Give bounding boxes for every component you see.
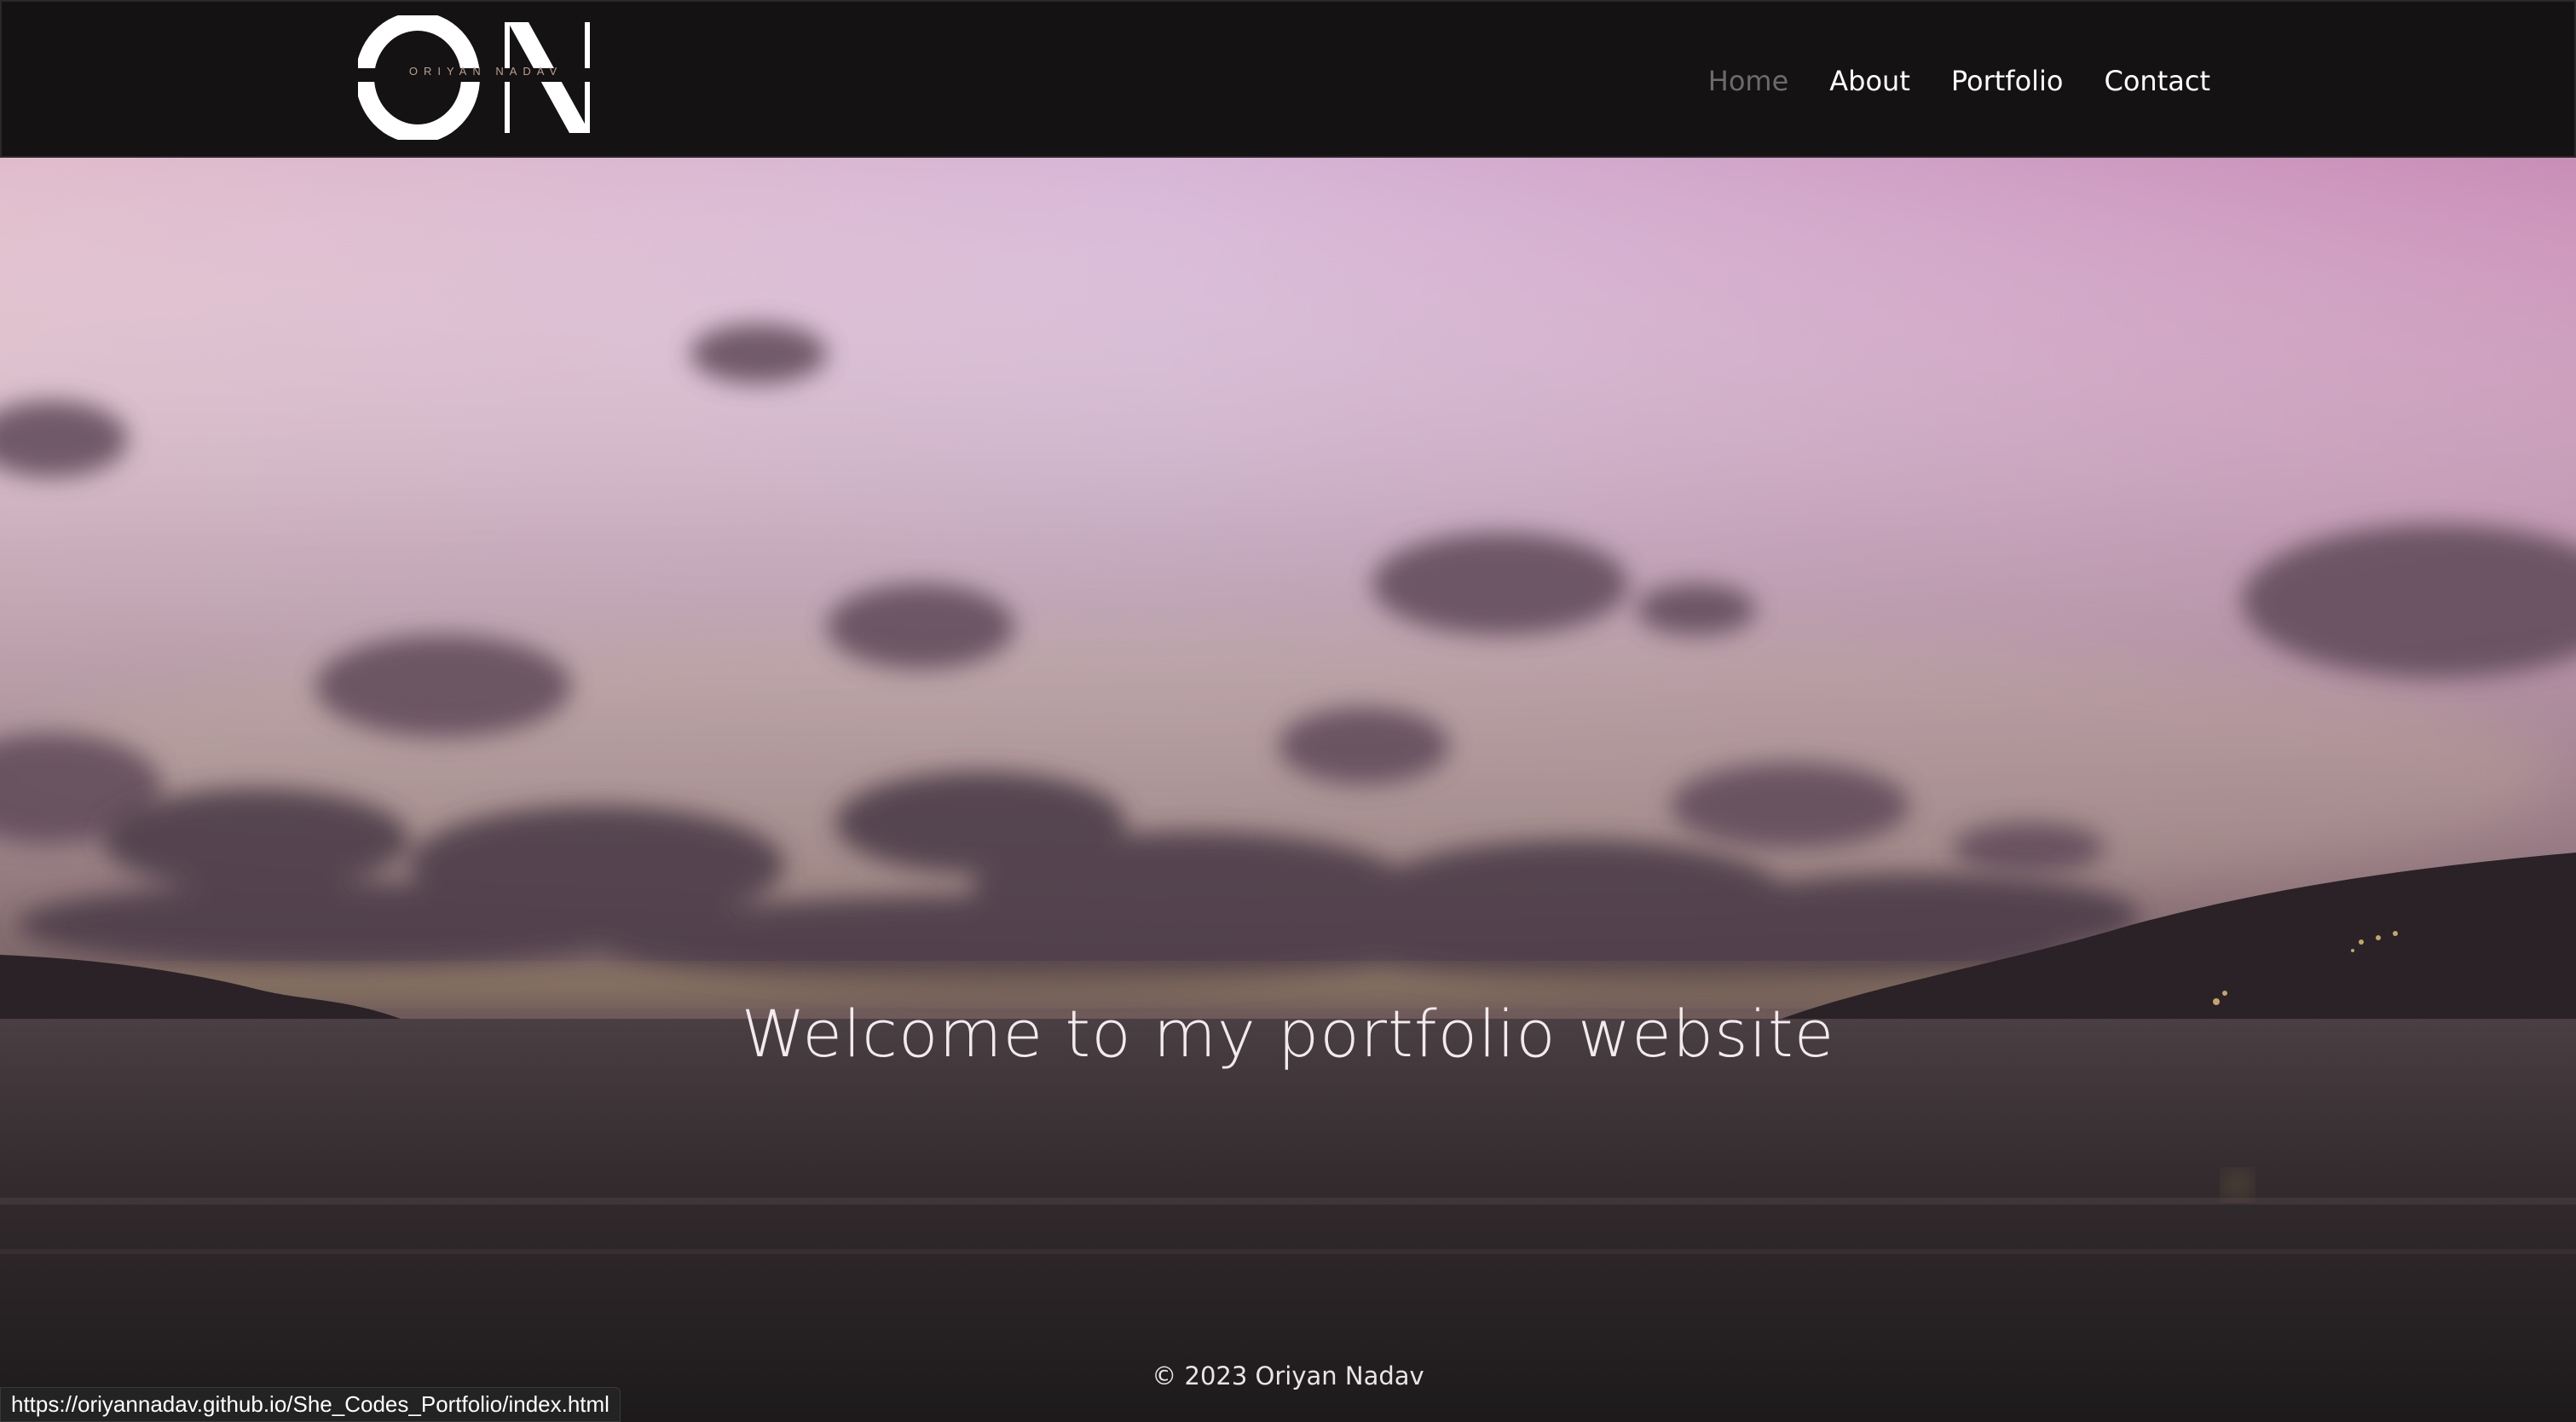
hero-section: Welcome to my portfolio website © 2023 O… — [0, 158, 2576, 1422]
hero-background-image — [0, 158, 2576, 1422]
logo-monogram-icon — [358, 15, 600, 140]
page: ORIYAN NADAV Home About Portfolio Contac… — [0, 0, 2576, 1422]
main-nav: Home About Portfolio Contact — [1667, 60, 2210, 102]
navbar: ORIYAN NADAV Home About Portfolio Contac… — [0, 0, 2576, 158]
logo-subtitle: ORIYAN NADAV — [408, 65, 563, 78]
footer-copyright: © 2023 Oriyan Nadav — [1152, 1361, 1424, 1390]
nav-portfolio-link[interactable]: Portfolio — [1951, 65, 2064, 97]
nav-about-link[interactable]: About — [1829, 65, 1910, 97]
nav-home-link[interactable]: Home — [1708, 65, 1789, 97]
logo-link[interactable]: ORIYAN NADAV — [358, 15, 600, 140]
nav-contact-link[interactable]: Contact — [2105, 65, 2211, 97]
status-bar-url: https://oriyannadav.github.io/She_Codes_… — [0, 1387, 621, 1422]
hero-title: Welcome to my portfolio website — [741, 996, 1835, 1072]
